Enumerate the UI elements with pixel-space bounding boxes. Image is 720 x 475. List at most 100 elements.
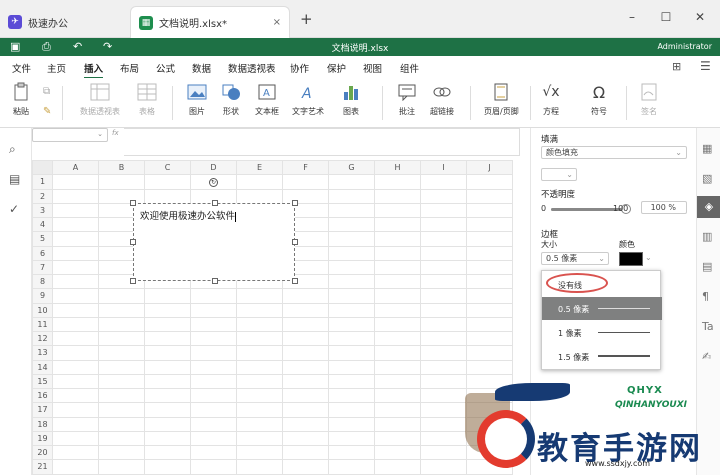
cell[interactable] xyxy=(466,316,513,333)
cell[interactable] xyxy=(98,373,145,390)
cell[interactable] xyxy=(98,330,145,347)
cell[interactable] xyxy=(52,402,99,418)
cell[interactable] xyxy=(374,188,421,204)
row-header[interactable]: 19 xyxy=(32,430,53,447)
comments-icon[interactable]: ▤ xyxy=(9,172,20,186)
cell[interactable] xyxy=(328,373,375,390)
cell[interactable] xyxy=(52,345,99,361)
cell[interactable] xyxy=(420,345,467,361)
cell[interactable] xyxy=(98,402,145,418)
table-button[interactable]: 表格 xyxy=(136,82,158,117)
cell[interactable] xyxy=(236,188,283,204)
signature-settings-icon[interactable]: ✍ xyxy=(702,350,711,363)
cell[interactable] xyxy=(144,302,191,318)
cell[interactable] xyxy=(52,416,99,432)
column-header[interactable]: A xyxy=(52,160,99,176)
row-header[interactable]: 13 xyxy=(32,345,53,361)
cell[interactable] xyxy=(374,402,421,418)
resize-handle[interactable] xyxy=(292,200,298,206)
cell[interactable] xyxy=(328,359,375,375)
cell[interactable] xyxy=(374,387,421,404)
cell[interactable] xyxy=(282,459,329,475)
cell[interactable] xyxy=(52,174,99,190)
cell[interactable] xyxy=(52,459,99,475)
cell[interactable] xyxy=(420,259,467,276)
cell[interactable] xyxy=(374,231,421,247)
cell[interactable] xyxy=(328,316,375,333)
cell[interactable] xyxy=(282,302,329,318)
cell[interactable] xyxy=(328,188,375,204)
signature-button[interactable]: 签名 xyxy=(638,82,660,117)
chevron-down-icon[interactable]: ⌄ xyxy=(645,253,652,262)
column-header[interactable]: I xyxy=(420,160,467,176)
rotate-handle-icon[interactable]: ↻ xyxy=(209,178,218,187)
row-header[interactable]: 20 xyxy=(32,444,53,461)
cell[interactable] xyxy=(236,316,283,333)
text-box-content[interactable]: 欢迎使用极速办公软件 xyxy=(140,208,237,222)
copy-icon[interactable]: ⧉ xyxy=(43,86,50,97)
cell[interactable] xyxy=(52,259,99,276)
cell[interactable] xyxy=(374,202,421,219)
user-name[interactable]: Administrator xyxy=(657,42,712,51)
cell[interactable] xyxy=(236,402,283,418)
cell[interactable] xyxy=(420,273,467,290)
row-header[interactable]: 17 xyxy=(32,402,53,418)
cell[interactable] xyxy=(282,430,329,447)
cell[interactable] xyxy=(328,288,375,304)
cell[interactable] xyxy=(52,373,99,390)
row-header[interactable]: 5 xyxy=(32,231,53,247)
row-header[interactable]: 9 xyxy=(32,288,53,304)
cell[interactable] xyxy=(374,444,421,461)
cell[interactable] xyxy=(374,302,421,318)
cell[interactable] xyxy=(144,345,191,361)
cell[interactable] xyxy=(236,174,283,190)
cell[interactable] xyxy=(374,288,421,304)
cell[interactable] xyxy=(328,387,375,404)
menu-insert[interactable]: 插入 xyxy=(84,61,104,79)
comment-button[interactable]: 批注 xyxy=(396,82,418,117)
resize-handle[interactable] xyxy=(292,278,298,284)
cell[interactable] xyxy=(190,359,237,375)
cell[interactable] xyxy=(52,216,99,233)
cell[interactable] xyxy=(52,231,99,247)
cell[interactable] xyxy=(328,430,375,447)
cell[interactable] xyxy=(52,316,99,333)
row-header[interactable]: 3 xyxy=(32,202,53,219)
image-settings-icon[interactable]: ▧ xyxy=(702,172,712,185)
cell[interactable] xyxy=(374,273,421,290)
pivot-table-button[interactable]: 数据透视表 xyxy=(80,82,120,117)
cell[interactable] xyxy=(466,216,513,233)
row-header[interactable]: 16 xyxy=(32,387,53,404)
menu-components[interactable]: 组件 xyxy=(400,61,419,75)
cell[interactable] xyxy=(144,459,191,475)
cell[interactable] xyxy=(190,416,237,432)
cell[interactable] xyxy=(466,188,513,204)
cell[interactable] xyxy=(374,459,421,475)
cell[interactable] xyxy=(374,259,421,276)
cell[interactable] xyxy=(328,216,375,233)
cell[interactable] xyxy=(374,316,421,333)
cell[interactable] xyxy=(144,444,191,461)
menu-collaborate[interactable]: 协作 xyxy=(290,61,309,75)
expand-icon[interactable]: ⊞ xyxy=(672,60,681,73)
row-header[interactable]: 8 xyxy=(32,273,53,290)
cell[interactable] xyxy=(282,444,329,461)
cell[interactable] xyxy=(282,373,329,390)
cell[interactable] xyxy=(144,174,191,190)
row-header[interactable]: 2 xyxy=(32,188,53,204)
select-all-corner[interactable] xyxy=(32,160,53,176)
menu-view[interactable]: 视图 xyxy=(363,61,382,75)
cell[interactable] xyxy=(374,359,421,375)
text-art-button[interactable]: A 文字艺术 xyxy=(292,82,324,117)
cell[interactable] xyxy=(52,288,99,304)
equation-button[interactable]: √x 方程 xyxy=(540,82,562,117)
tab-home[interactable]: ✈ 极速办公 xyxy=(0,6,122,38)
row-header[interactable]: 18 xyxy=(32,416,53,432)
resize-handle[interactable] xyxy=(212,200,218,206)
cell[interactable] xyxy=(282,316,329,333)
cell[interactable] xyxy=(98,316,145,333)
cell[interactable] xyxy=(236,444,283,461)
spell-check-icon[interactable]: ✓ xyxy=(9,202,19,216)
cell[interactable] xyxy=(190,330,237,347)
cell[interactable] xyxy=(466,245,513,261)
